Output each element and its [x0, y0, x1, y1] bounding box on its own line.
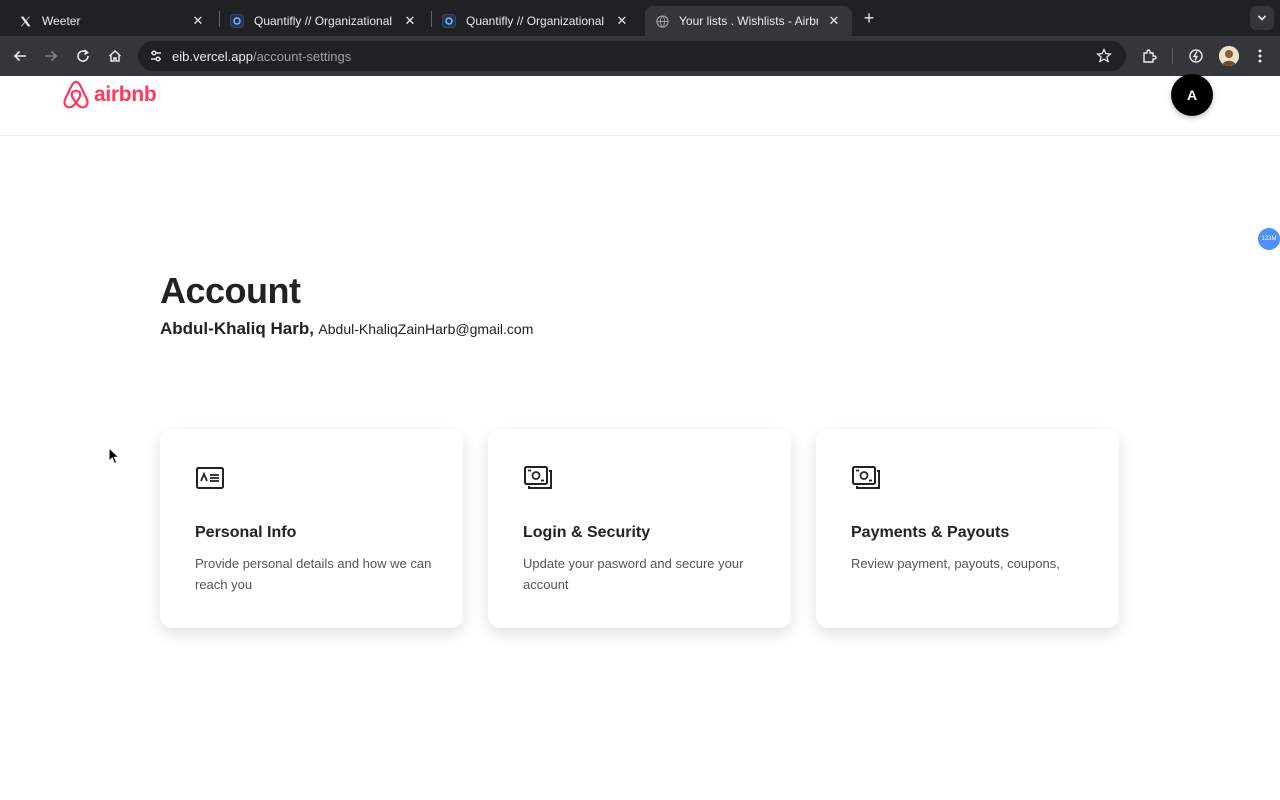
- browser-tab-bar: Weeter ✕ Quantifly // Organizational Dia…: [0, 0, 1280, 36]
- site-header: airbnb A: [0, 74, 1280, 136]
- url-host: eib.vercel.app: [172, 48, 253, 64]
- arrow-left-icon: [13, 50, 26, 62]
- browser-menu-button[interactable]: [1248, 44, 1272, 68]
- bolt-circle-icon: [1189, 49, 1203, 63]
- tab-close-icon[interactable]: ✕: [614, 13, 630, 29]
- reload-icon: [77, 49, 89, 62]
- tab-close-icon[interactable]: ✕: [402, 13, 418, 29]
- person-photo-icon: [1219, 46, 1239, 66]
- browser-toolbar: eib.vercel.app/account-settings: [0, 36, 1280, 76]
- browser-tab-weeter[interactable]: Weeter ✕: [8, 6, 216, 36]
- site-info-icon[interactable]: [142, 41, 170, 71]
- tab-title: Your lists . Wishlists - Airbnb: [679, 14, 818, 28]
- tab-close-icon[interactable]: ✕: [826, 13, 842, 29]
- x-logo-icon: [18, 14, 32, 28]
- extension-action-button[interactable]: [1184, 44, 1208, 68]
- browser-tab-airbnb-active[interactable]: Your lists . Wishlists - Airbnb ✕: [645, 6, 852, 36]
- cash-icon: [524, 466, 552, 489]
- home-button[interactable]: [103, 44, 127, 68]
- extension-floating-badge[interactable]: 123M: [1258, 228, 1280, 250]
- account-identity: Abdul-Khaliq Harb, Abdul-KhaliqZainHarb@…: [160, 319, 533, 339]
- tab-search-button[interactable]: [1250, 6, 1274, 30]
- airbnb-logo[interactable]: airbnb: [62, 80, 157, 110]
- id-card-icon: [196, 467, 224, 489]
- cash-icon: [852, 466, 880, 489]
- tab-title: Quantifly // Organizational Dia: [254, 14, 394, 28]
- new-tab-button[interactable]: +: [858, 7, 880, 29]
- home-icon: [108, 49, 122, 62]
- url-text: eib.vercel.app/account-settings: [172, 49, 351, 64]
- globe-icon: [655, 14, 669, 28]
- address-bar[interactable]: eib.vercel.app/account-settings: [138, 41, 1126, 71]
- card-description: Provide personal details and how we can …: [195, 556, 432, 592]
- tab-title: Quantifly // Organizational Dia: [466, 14, 606, 28]
- back-button[interactable]: [8, 44, 32, 68]
- card-description: Update your pasword and secure your acco…: [523, 556, 744, 592]
- bookmark-star-icon[interactable]: [1096, 48, 1112, 64]
- browser-tab-quantifly-1[interactable]: Quantifly // Organizational Dia ✕: [220, 6, 428, 36]
- quantifly-favicon-icon: [230, 14, 244, 28]
- quantifly-favicon-icon: [442, 14, 456, 28]
- mouse-cursor-icon: [108, 447, 120, 465]
- puzzle-icon: [1143, 49, 1157, 63]
- account-email: Abdul-KhaliqZainHarb@gmail.com: [318, 321, 534, 337]
- tab-close-icon[interactable]: ✕: [190, 13, 206, 29]
- card-title: Login & Security: [523, 524, 651, 541]
- reload-button[interactable]: [71, 44, 95, 68]
- card-title: Personal Info: [195, 524, 297, 541]
- profile-avatar[interactable]: [1219, 46, 1239, 66]
- page-content: airbnb A 123M Account Abdul-Khaliq Harb,…: [0, 74, 1280, 800]
- page-title: Account: [160, 270, 301, 311]
- arrow-right-icon: [45, 50, 58, 62]
- card-title: Payments & Payouts: [851, 524, 1010, 541]
- user-menu-avatar[interactable]: A: [1171, 74, 1213, 116]
- logo-wordmark: airbnb: [94, 83, 157, 106]
- card-login-security[interactable]: Login & Security Update your pasword and…: [488, 429, 791, 628]
- kebab-menu-icon: [1258, 49, 1262, 63]
- toolbar-divider: [1172, 48, 1173, 64]
- forward-button[interactable]: [39, 44, 63, 68]
- chevron-down-icon: [1257, 15, 1267, 21]
- url-path: /account-settings: [252, 48, 352, 64]
- card-description: Review payment, payouts, coupons,: [851, 556, 1060, 571]
- card-payments-payouts[interactable]: Payments & Payouts Review payment, payou…: [816, 429, 1119, 628]
- extensions-button[interactable]: [1137, 44, 1161, 68]
- browser-tab-quantifly-2[interactable]: Quantifly // Organizational Dia ✕: [432, 6, 640, 36]
- card-personal-info[interactable]: Personal Info Provide personal details a…: [160, 429, 463, 628]
- account-name: Abdul-Khaliq Harb,: [160, 319, 314, 338]
- tab-title: Weeter: [42, 14, 81, 28]
- airbnb-belo-icon: [63, 80, 89, 109]
